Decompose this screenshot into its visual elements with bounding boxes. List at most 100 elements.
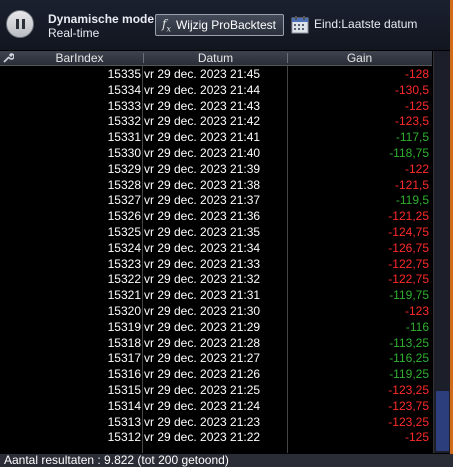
toolbar: Dynamische mode Real-time fx Wijzig ProB… (0, 0, 453, 50)
date-cell: vr 29 dec. 2023 21:23 (144, 414, 261, 429)
gain-cell: -119,5 (395, 193, 429, 208)
date-cell: vr 29 dec. 2023 21:45 (144, 67, 261, 81)
barindex-cell: 15318 (107, 335, 141, 350)
barindex-cell: 15313 (107, 414, 141, 429)
table-row[interactable]: 15327 vr 29 dec. 2023 21:37 -119,5 (0, 193, 432, 209)
date-cell: vr 29 dec. 2023 21:33 (144, 256, 261, 271)
gain-cell: -121,25 (388, 209, 429, 224)
barindex-cell: 15324 (107, 240, 141, 255)
mode-subtitle: Real-time (48, 26, 100, 40)
table-row[interactable]: 15329 vr 29 dec. 2023 21:39 -122 (0, 162, 432, 178)
table-row[interactable]: 15333 vr 29 dec. 2023 21:43 -125 (0, 99, 432, 115)
gain-cell: -119,75 (389, 288, 429, 303)
date-cell: vr 29 dec. 2023 21:25 (144, 382, 261, 397)
wrench-icon[interactable] (2, 52, 14, 64)
barindex-cell: 15323 (107, 256, 141, 271)
table-row[interactable]: 15328 vr 29 dec. 2023 21:38 -121,5 (0, 178, 432, 194)
table-row[interactable]: 15317 vr 29 dec. 2023 21:27 -116,25 (0, 351, 432, 367)
date-cell: vr 29 dec. 2023 21:43 (144, 98, 261, 113)
gain-cell: -125 (404, 98, 429, 113)
barindex-cell: 15334 (107, 82, 141, 97)
gain-cell: -123,75 (388, 398, 429, 413)
gain-cell: -119,25 (389, 367, 429, 382)
gain-cell: -130,5 (394, 82, 429, 97)
calendar-icon[interactable] (291, 16, 309, 34)
results-table: 15335 vr 29 dec. 2023 21:45 -128 15334 vr 29… (0, 67, 432, 446)
gain-cell: -118,75 (389, 145, 429, 160)
column-header-barindex[interactable]: BarIndex (18, 51, 141, 65)
edit-probacktest-button[interactable]: fx Wijzig ProBacktest (155, 14, 284, 36)
barindex-cell: 15335 (107, 67, 141, 81)
fx-icon: fx (162, 16, 171, 34)
table-row[interactable]: 15326 vr 29 dec. 2023 21:36 -121,25 (0, 209, 432, 225)
date-cell: vr 29 dec. 2023 21:44 (144, 82, 261, 97)
date-cell: vr 29 dec. 2023 21:36 (144, 209, 261, 224)
table-row[interactable]: 15319 vr 29 dec. 2023 21:29 -116 (0, 320, 432, 336)
end-date-label[interactable]: Eind:Laatste datum (314, 17, 417, 31)
date-cell: vr 29 dec. 2023 21:40 (144, 145, 261, 160)
table-row[interactable]: 15312 vr 29 dec. 2023 21:22 -125 (0, 430, 432, 446)
pause-button[interactable] (6, 10, 34, 38)
barindex-cell: 15315 (107, 382, 141, 397)
gain-cell: -123,25 (388, 414, 429, 429)
date-cell: vr 29 dec. 2023 21:30 (144, 303, 261, 318)
table-row[interactable]: 15316 vr 29 dec. 2023 21:26 -119,25 (0, 367, 432, 383)
barindex-cell: 15321 (107, 288, 141, 303)
gain-cell: -122,75 (388, 272, 429, 287)
date-cell: vr 29 dec. 2023 21:24 (144, 398, 261, 413)
mode-title: Dynamische mode (48, 12, 155, 26)
gain-cell: -121,5 (394, 177, 429, 192)
table-row[interactable]: 15334 vr 29 dec. 2023 21:44 -130,5 (0, 83, 432, 99)
table-row[interactable]: 15332 vr 29 dec. 2023 21:42 -123,5 (0, 114, 432, 130)
table-row[interactable]: 15323 vr 29 dec. 2023 21:33 -122,75 (0, 257, 432, 273)
gain-cell: -117,5 (395, 130, 429, 145)
table-row[interactable]: 15313 vr 29 dec. 2023 21:23 -123,25 (0, 415, 432, 431)
gain-cell: -116 (405, 319, 429, 334)
edit-probacktest-label: Wijzig ProBacktest (175, 18, 276, 32)
table-row[interactable]: 15321 vr 29 dec. 2023 21:31 -119,75 (0, 288, 432, 304)
barindex-cell: 15331 (107, 130, 141, 145)
barindex-cell: 15327 (107, 193, 141, 208)
barindex-cell: 15317 (107, 351, 141, 366)
barindex-cell: 15332 (107, 114, 141, 129)
pause-icon (15, 19, 19, 29)
table-row[interactable]: 15320 vr 29 dec. 2023 21:30 -123 (0, 304, 432, 320)
column-header-gain[interactable]: Gain (288, 51, 431, 65)
gain-cell: -113,25 (389, 335, 429, 350)
date-cell: vr 29 dec. 2023 21:39 (144, 161, 261, 176)
column-header-datum[interactable]: Datum (144, 51, 287, 65)
table-row[interactable]: 15314 vr 29 dec. 2023 21:24 -123,75 (0, 399, 432, 415)
table-row[interactable]: 15322 vr 29 dec. 2023 21:32 -122,75 (0, 272, 432, 288)
table-row[interactable]: 15318 vr 29 dec. 2023 21:28 -113,25 (0, 336, 432, 352)
table-row[interactable]: 15331 vr 29 dec. 2023 21:41 -117,5 (0, 130, 432, 146)
gain-cell: -122 (404, 161, 429, 176)
table-row[interactable]: 15330 vr 29 dec. 2023 21:40 -118,75 (0, 146, 432, 162)
table-row[interactable]: 15335 vr 29 dec. 2023 21:45 -128 (0, 67, 432, 83)
date-cell: vr 29 dec. 2023 21:22 (144, 430, 261, 445)
date-cell: vr 29 dec. 2023 21:31 (144, 288, 261, 303)
table-header: BarIndex Datum Gain (0, 51, 432, 66)
table-row[interactable]: 15315 vr 29 dec. 2023 21:25 -123,25 (0, 383, 432, 399)
date-cell: vr 29 dec. 2023 21:32 (144, 272, 261, 287)
barindex-cell: 15316 (107, 367, 141, 382)
barindex-cell: 15325 (107, 224, 141, 239)
date-cell: vr 29 dec. 2023 21:29 (144, 319, 261, 334)
vertical-scrollbar[interactable] (433, 51, 451, 453)
gain-cell: -122,75 (388, 256, 429, 271)
gain-cell: -116,25 (389, 351, 429, 366)
gain-cell: -123,25 (388, 382, 429, 397)
date-cell: vr 29 dec. 2023 21:42 (144, 114, 261, 129)
date-cell: vr 29 dec. 2023 21:27 (144, 351, 261, 366)
scrollbar-thumb[interactable] (436, 391, 449, 451)
date-cell: vr 29 dec. 2023 21:34 (144, 240, 261, 255)
barindex-cell: 15328 (107, 177, 141, 192)
gain-cell: -123 (404, 303, 429, 318)
date-cell: vr 29 dec. 2023 21:37 (144, 193, 261, 208)
table-row[interactable]: 15325 vr 29 dec. 2023 21:35 -124,75 (0, 225, 432, 241)
barindex-cell: 15330 (107, 145, 141, 160)
table-row[interactable]: 15324 vr 29 dec. 2023 21:34 -126,75 (0, 241, 432, 257)
barindex-cell: 15326 (107, 209, 141, 224)
date-cell: vr 29 dec. 2023 21:28 (144, 335, 261, 350)
pause-icon-bar (21, 19, 25, 29)
gain-cell: -125 (404, 430, 429, 445)
